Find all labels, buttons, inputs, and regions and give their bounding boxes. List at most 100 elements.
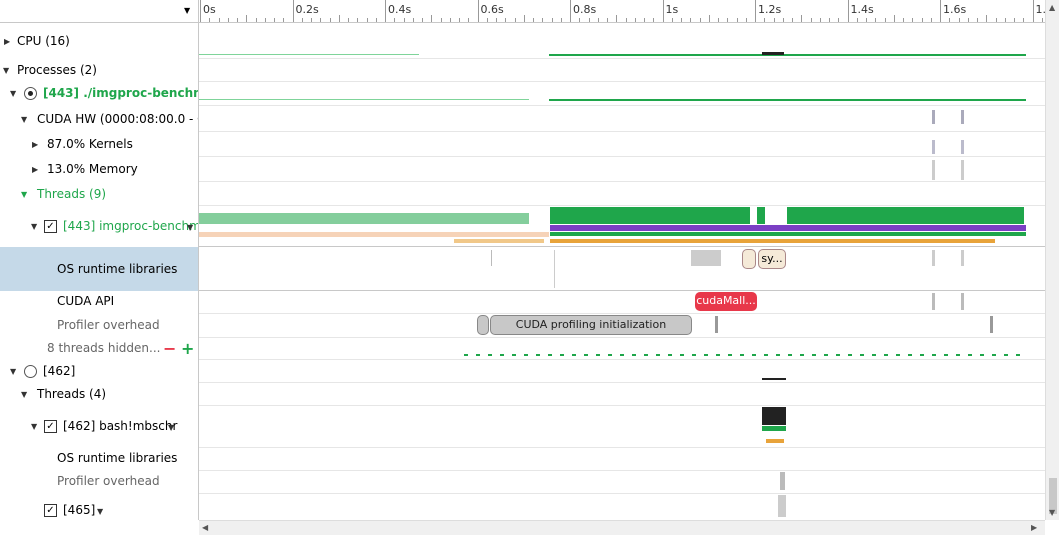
ruler-minor-tick bbox=[431, 15, 433, 22]
ruler-tick-label: 1.8s bbox=[1035, 3, 1046, 16]
ruler-minor-tick bbox=[486, 18, 488, 22]
ruler-major-tick bbox=[940, 0, 941, 22]
tree-row-profiler-overhead[interactable]: Profiler overhead bbox=[0, 318, 198, 334]
tree-label-proc462: [462] bbox=[43, 364, 76, 378]
ruler-tick-label: 0.4s bbox=[388, 3, 412, 16]
dropdown-icon[interactable]: ▼ bbox=[184, 6, 190, 15]
chevron-down-icon[interactable]: ▼ bbox=[21, 115, 27, 124]
ruler-minor-tick bbox=[745, 18, 747, 22]
ruler-minor-tick bbox=[958, 18, 960, 22]
ruler-minor-tick bbox=[588, 18, 590, 22]
tree-label-cuda-api: CUDA API bbox=[57, 294, 115, 308]
ruler-minor-tick bbox=[903, 18, 904, 22]
cuda-malloc-block[interactable]: cudaMall... bbox=[695, 292, 757, 311]
scroll-right-icon[interactable]: ▶ bbox=[1031, 523, 1037, 532]
ruler-minor-tick bbox=[819, 18, 821, 22]
chevron-right-icon[interactable]: ▶ bbox=[32, 165, 38, 174]
tree-label-proc443: [443] ./imgproc-benchmark bbox=[43, 86, 198, 100]
dropdown-icon[interactable]: ▼ bbox=[187, 223, 193, 232]
checkbox-checked-icon[interactable]: ✓ bbox=[44, 420, 57, 433]
process-radio-icon[interactable] bbox=[24, 365, 37, 378]
ruler-minor-tick bbox=[459, 18, 460, 22]
ruler-minor-tick bbox=[884, 18, 886, 22]
ruler-minor-tick bbox=[274, 18, 275, 22]
tree-row-os-runtime[interactable]: OS runtime libraries bbox=[0, 247, 198, 291]
ruler-minor-tick bbox=[366, 18, 368, 22]
ruler-minor-tick bbox=[246, 15, 248, 22]
ruler-minor-tick bbox=[209, 18, 211, 22]
ruler-minor-tick bbox=[986, 15, 988, 22]
scroll-down-icon[interactable]: ▼ bbox=[1049, 508, 1055, 517]
tree-row-memory[interactable]: ▶ 13.0% Memory bbox=[0, 162, 198, 178]
chevron-right-icon[interactable]: ▶ bbox=[4, 37, 10, 46]
tree-row-cuda-hw[interactable]: ▼ CUDA HW (0000:08:00.0 - Quadro bbox=[0, 112, 198, 128]
tree-row-threads4[interactable]: ▼ Threads (4) bbox=[0, 387, 198, 403]
ruler-minor-tick bbox=[644, 18, 645, 22]
chevron-down-icon[interactable]: ▼ bbox=[31, 222, 37, 231]
process-activity bbox=[549, 99, 1026, 101]
chevron-down-icon[interactable]: ▼ bbox=[3, 66, 9, 75]
ruler-minor-tick bbox=[375, 18, 377, 22]
tree-row-thread465[interactable]: ✓ [465] ▼ bbox=[0, 503, 198, 519]
ruler-major-tick bbox=[662, 0, 664, 22]
chevron-right-icon[interactable]: ▶ bbox=[32, 140, 38, 149]
syscall-block[interactable]: sy... bbox=[758, 249, 786, 269]
chevron-down-icon[interactable]: ▼ bbox=[21, 190, 27, 199]
ruler-tick-label: 1.2s bbox=[758, 3, 782, 16]
ruler-minor-tick bbox=[810, 18, 812, 22]
tree-row-thread443[interactable]: ▼ ✓ [443] imgproc-benchm ▼ bbox=[0, 219, 198, 235]
ruler-minor-tick bbox=[264, 18, 266, 22]
chevron-down-icon[interactable]: ▼ bbox=[10, 367, 16, 376]
chevron-down-icon[interactable]: ▼ bbox=[21, 390, 27, 399]
timeline-panel[interactable]: 0s 0.2s 0.4s 0.6s 0.8s 1s 1.2s 1.4s 1.6s 1.8s sy.… bbox=[199, 0, 1045, 520]
tree-row-proc462[interactable]: ▼ [462] bbox=[0, 364, 198, 380]
horizontal-scrollbar[interactable]: ◀ ▶ bbox=[199, 520, 1045, 535]
plus-icon[interactable]: + bbox=[181, 341, 194, 357]
scroll-up-icon[interactable]: ▲ bbox=[1049, 3, 1055, 12]
tree-label-thread443: [443] imgproc-benchm bbox=[63, 219, 198, 233]
ruler-minor-tick bbox=[792, 18, 793, 22]
chevron-down-icon[interactable]: ▼ bbox=[31, 422, 37, 431]
ruler-minor-tick bbox=[967, 18, 969, 22]
tree-row-os-runtime2[interactable]: OS runtime libraries bbox=[0, 451, 198, 467]
tree-label-threads-hidden: 8 threads hidden... bbox=[47, 341, 161, 355]
ruler-major-tick bbox=[292, 0, 294, 22]
ruler-major-tick bbox=[200, 0, 201, 22]
tree-label-profiler-overhead2: Profiler overhead bbox=[57, 474, 160, 488]
chevron-down-icon[interactable]: ▼ bbox=[10, 89, 16, 98]
ruler-major-tick bbox=[755, 0, 756, 22]
dropdown-icon[interactable]: ▼ bbox=[168, 423, 174, 432]
ruler-minor-tick bbox=[1004, 18, 1006, 22]
tree-row-threads9[interactable]: ▼ Threads (9) bbox=[0, 187, 198, 203]
tree-label-kernels: 87.0% Kernels bbox=[47, 137, 133, 151]
tree-row-profiler-overhead2[interactable]: Profiler overhead bbox=[0, 474, 198, 490]
time-ruler[interactable]: 0s 0.2s 0.4s 0.6s 0.8s 1s 1.2s 1.4s 1.6s 1.8s bbox=[199, 0, 1045, 23]
scroll-left-icon[interactable]: ◀ bbox=[202, 523, 208, 532]
ruler-minor-tick bbox=[1014, 18, 1015, 22]
ruler-minor-tick bbox=[681, 18, 682, 22]
dropdown-icon[interactable]: ▼ bbox=[97, 507, 103, 516]
ruler-minor-tick bbox=[311, 18, 312, 22]
tree-row-kernels[interactable]: ▶ 87.0% Kernels bbox=[0, 137, 198, 153]
checkbox-checked-icon[interactable]: ✓ bbox=[44, 504, 57, 517]
tree-row-proc443[interactable]: ▼ [443] ./imgproc-benchmark bbox=[0, 86, 198, 102]
tree-label-os-runtime: OS runtime libraries bbox=[57, 262, 178, 276]
ruler-tick-label: 0.8s bbox=[573, 3, 597, 16]
tree-label-memory: 13.0% Memory bbox=[47, 162, 138, 176]
checkbox-checked-icon[interactable]: ✓ bbox=[44, 220, 57, 233]
ruler-major-tick bbox=[847, 0, 849, 22]
ruler-minor-tick bbox=[514, 18, 516, 22]
syscall-pill[interactable] bbox=[742, 249, 756, 269]
tree-row-thread462[interactable]: ▼ ✓ [462] bash!mbschr ▼ bbox=[0, 419, 198, 435]
ruler-minor-tick bbox=[671, 18, 673, 22]
tree-row-processes[interactable]: ▼ Processes (2) bbox=[0, 63, 198, 79]
tree-row-cuda-api[interactable]: CUDA API bbox=[0, 294, 198, 310]
ruler-minor-tick bbox=[782, 18, 784, 22]
profiling-init-block[interactable]: CUDA profiling initialization bbox=[490, 315, 692, 335]
ruler-tick-label: 1.6s bbox=[943, 3, 967, 16]
ruler-minor-tick bbox=[866, 18, 867, 22]
minus-icon[interactable]: − bbox=[163, 341, 176, 357]
tree-row-cpu[interactable]: ▶ CPU (16) bbox=[0, 34, 198, 50]
process-radio-icon[interactable] bbox=[24, 87, 37, 100]
vertical-scrollbar[interactable]: ▲ ▼ bbox=[1045, 0, 1059, 520]
